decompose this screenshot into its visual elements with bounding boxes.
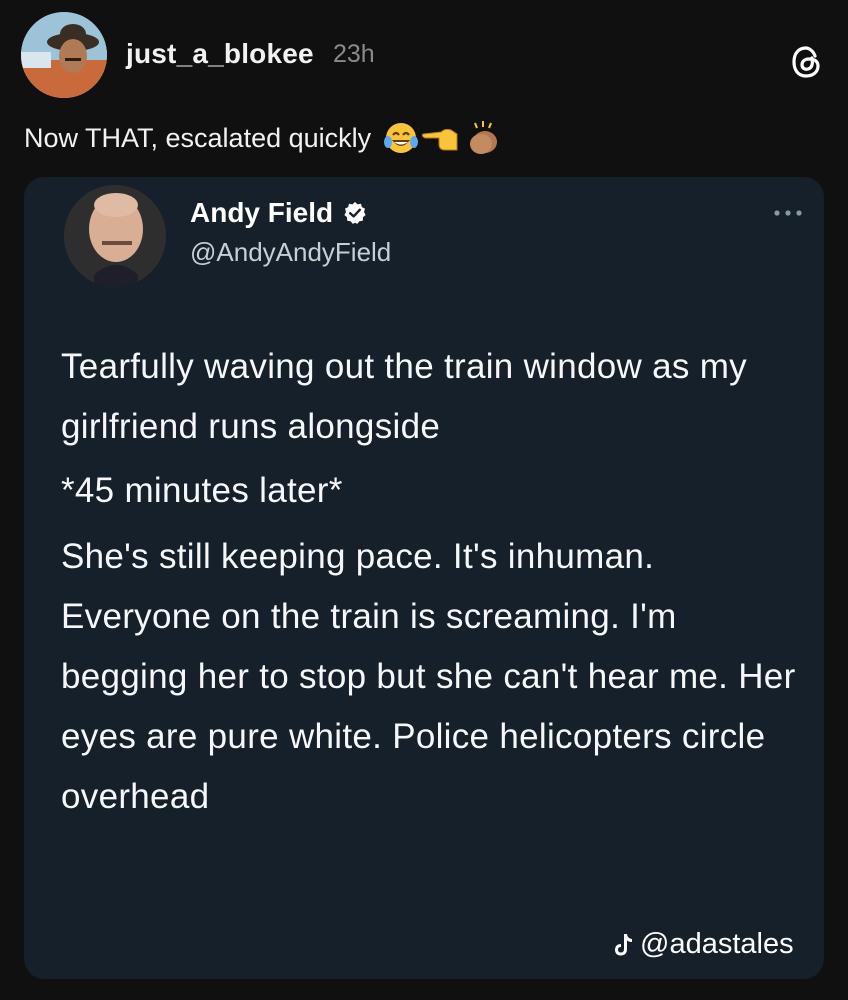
threads-logo-icon[interactable] bbox=[789, 44, 825, 80]
tweet-author-avatar bbox=[64, 185, 166, 287]
user-avatar[interactable] bbox=[21, 12, 107, 98]
tweet-paragraph: *45 minutes later* bbox=[61, 471, 343, 510]
post-username[interactable]: just_a_blokee bbox=[126, 38, 314, 70]
post-caption: Now THAT, escalated quickly bbox=[24, 120, 503, 156]
embedded-tweet-image[interactable]: Andy Field @AndyAndyField Tearfully wavi… bbox=[24, 177, 824, 979]
tears-of-joy-emoji-icon bbox=[384, 123, 419, 153]
pointing-left-emoji-icon bbox=[421, 128, 458, 151]
verified-badge-icon bbox=[344, 202, 366, 224]
post-timestamp: 23h bbox=[333, 40, 375, 68]
caption-text: Now THAT, escalated quickly bbox=[24, 122, 372, 153]
tweet-paragraph: Tearfully waving out the train window as… bbox=[61, 347, 747, 446]
clapping-hands-emoji-icon bbox=[470, 121, 498, 154]
tweet-text: Tearfully waving out the train window as… bbox=[61, 337, 806, 827]
tweet-author-handle: @AndyAndyField bbox=[190, 237, 392, 267]
tweet-author-name-text: Andy Field bbox=[190, 197, 334, 228]
post-header: just_a_blokee 23h bbox=[0, 0, 848, 110]
tiktok-icon bbox=[615, 933, 632, 955]
tweet-paragraph: She's still keeping pace. It's inhuman. … bbox=[61, 537, 796, 816]
more-options-icon bbox=[772, 205, 804, 216]
tiktok-watermark: @adastales bbox=[612, 928, 794, 961]
watermark-text: @adastales bbox=[640, 928, 794, 960]
tweet-author-name: Andy Field bbox=[190, 197, 367, 229]
caption-emojis bbox=[383, 120, 503, 156]
